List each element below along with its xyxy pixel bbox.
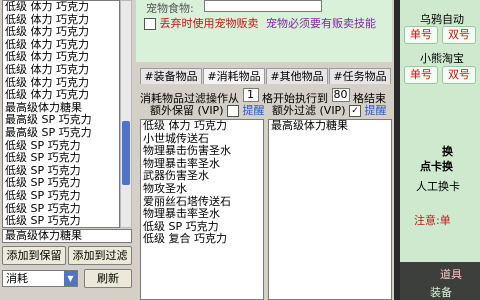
- keep-list[interactable]: 低级 体力 巧克力 小世城传送石 物理暴击伤害圣水 物理暴击率圣水 武器伤害圣水 物攻圣水…: [140, 119, 264, 300]
- card-exchange-text: 点卡换: [420, 160, 453, 173]
- group-2-single[interactable]: 单号: [404, 66, 438, 84]
- refresh-button[interactable]: 刷新: [84, 269, 132, 288]
- pet-food-label: 宠物食物:: [146, 2, 194, 15]
- add-to-keep-button[interactable]: 添加到保留: [2, 246, 66, 265]
- list-item[interactable]: 低级 SP 巧克力: [3, 214, 119, 227]
- group-1-title: 乌鸦自动: [420, 13, 464, 26]
- keep-list-item[interactable]: 物攻圣水: [141, 182, 263, 196]
- equip-label[interactable]: 装备: [430, 284, 452, 300]
- list-item[interactable]: 最高级 SP 巧克力: [3, 126, 119, 140]
- item-list[interactable]: 低级 体力 巧克力 低级 体力 巧克力 低级 体力 巧克力 低级 体力 巧克力 低级 体…: [2, 0, 120, 228]
- group-1-double[interactable]: 双号: [442, 26, 476, 44]
- keep-header-label: 额外保留 (VIP): [150, 104, 224, 117]
- tab-consumables[interactable]: #消耗物品: [203, 68, 265, 84]
- right-panel: 乌鸦自动 单号 双号 小熊淘宝 单号 双号 换 点卡换 人工换卡 注意:单 道具…: [400, 0, 480, 300]
- keep-list-item[interactable]: 低级 体力 巧克力: [141, 120, 263, 133]
- category-value: 消耗: [6, 272, 28, 285]
- selected-item-text: 最高级体力糖果: [5, 229, 82, 242]
- filter-from-input[interactable]: 1: [242, 88, 259, 102]
- filter-remind-checkbox[interactable]: [348, 105, 361, 117]
- discard-checkbox[interactable]: [144, 18, 156, 30]
- exchange-text: 换: [442, 145, 453, 158]
- item-road-label: 道具: [440, 268, 462, 281]
- filter-list-item[interactable]: 最高级体力糖果: [269, 120, 391, 133]
- keep-list-item[interactable]: 低级 复合 巧克力: [141, 233, 263, 246]
- pet-food-input[interactable]: [204, 0, 322, 12]
- keep-header: 额外保留 (VIP) 提醒: [140, 104, 264, 118]
- group-2-title: 小熊淘宝: [420, 52, 464, 65]
- tab-quest[interactable]: #任务物品: [329, 68, 391, 84]
- skill-note: 宠物必须要有贩卖技能: [266, 17, 376, 30]
- tab-bar: #装备物品 #消耗物品 #其他物品 #任务物品: [140, 68, 392, 84]
- chevron-down-icon: ▼: [64, 271, 77, 286]
- tab-other[interactable]: #其他物品: [266, 68, 328, 84]
- filter-list[interactable]: 最高级体力糖果: [268, 119, 392, 300]
- list-item[interactable]: 低级 SP 巧克力: [3, 189, 119, 203]
- filter-header-label: 额外过滤 (VIP): [272, 104, 346, 117]
- keep-list-item[interactable]: 物理暴击率圣水: [141, 208, 263, 221]
- list-item[interactable]: 低级 体力 巧克力: [3, 26, 119, 39]
- group-2-double[interactable]: 双号: [442, 66, 476, 84]
- list-item[interactable]: 低级 体力 巧克力: [3, 1, 119, 14]
- discard-option[interactable]: 丢弃时使用宠物贩卖 宠物必须要有贩卖技能: [144, 15, 376, 31]
- list-item[interactable]: 低级 SP 巧克力: [3, 152, 119, 165]
- tab-equipment[interactable]: #装备物品: [140, 68, 202, 84]
- keep-list-item[interactable]: 物理暴击伤害圣水: [141, 145, 263, 158]
- list-item[interactable]: 低级 体力 巧克力: [3, 89, 119, 102]
- filter-to-input[interactable]: 80: [331, 88, 350, 102]
- keep-remind-checkbox[interactable]: [226, 105, 239, 117]
- filter-range-row: 消耗物品过滤操作从 1 格开始执行到 80 格结束: [140, 88, 392, 105]
- group-3-title: 人工换卡: [416, 180, 460, 193]
- scroll-thumb[interactable]: [122, 121, 130, 185]
- category-select[interactable]: 消耗 ▼: [2, 270, 78, 287]
- group-1-single[interactable]: 单号: [404, 26, 438, 44]
- bottom-status-bar: 道具 装备: [400, 262, 480, 300]
- filter-remind-label: 提醒: [364, 104, 387, 117]
- note-text: 注意:单: [414, 214, 451, 227]
- add-to-filter-button[interactable]: 添加到过滤: [68, 246, 132, 265]
- keep-remind-label: 提醒: [242, 104, 265, 117]
- list-item[interactable]: 低级 体力 巧克力: [3, 63, 119, 77]
- list-scrollbar[interactable]: [120, 0, 132, 228]
- filter-header: 额外过滤 (VIP) 提醒: [268, 104, 392, 118]
- discard-label: 丢弃时使用宠物贩卖: [159, 17, 259, 30]
- selected-item-field[interactable]: 最高级体力糖果: [2, 229, 132, 243]
